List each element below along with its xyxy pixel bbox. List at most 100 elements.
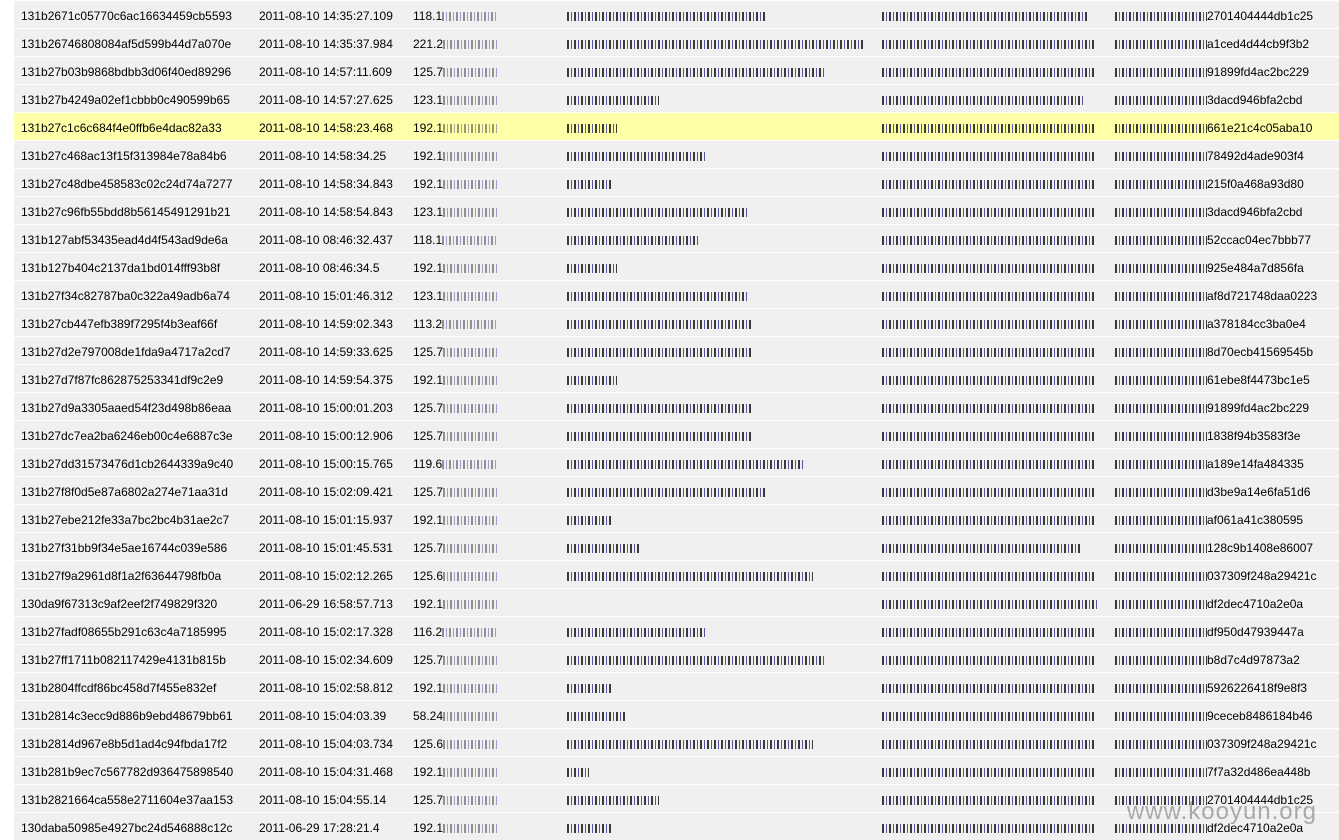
table-row[interactable]: 131b127b404c2137da1bd014fff93b8f2011-08-… (14, 252, 1339, 280)
record-id-cell: 131b2821664ca558e2711604e37aa153 (21, 785, 253, 812)
ip-visible-prefix: 125.7 (413, 541, 443, 555)
timestamp-cell: 2011-08-10 15:04:03.734 (259, 729, 409, 756)
ip-address-cell: 118.1 (413, 225, 563, 252)
user-agent-redacted-pixels (567, 292, 749, 301)
hash-redacted-pixels (882, 320, 1094, 329)
hash-redacted-pixels (882, 544, 1082, 553)
ip-address-cell: 119.6 (413, 449, 563, 476)
table-row[interactable]: 131b27c468ac13f15f313984e78a84b62011-08-… (14, 140, 1339, 168)
table-row[interactable]: 131b27f9a2961d8f1a2f63644798fb0a2011-08-… (14, 560, 1339, 588)
timestamp-cell: 2011-08-10 15:02:09.421 (259, 477, 409, 504)
user-agent-cell (567, 617, 879, 644)
table-row[interactable]: 131b2814c3ecc9d886b9ebd48679bb612011-08-… (14, 700, 1339, 728)
token-redacted-pixels (1115, 12, 1207, 21)
user-agent-redacted-pixels (567, 796, 659, 805)
token-cell: 52ccac04ec7bbb77 (1115, 225, 1339, 252)
ip-visible-prefix: 125.6 (413, 737, 443, 751)
timestamp-cell: 2011-08-10 15:04:31.468 (259, 757, 409, 784)
ip-redacted-pixels (442, 628, 498, 637)
token-redacted-pixels (1115, 460, 1207, 469)
table-row[interactable]: 131b27cb447efb389f7295f4b3eaf66f2011-08-… (14, 308, 1339, 336)
table-row[interactable]: 131b27d9a3305aaed54f23d498b86eaa2011-08-… (14, 392, 1339, 420)
ip-redacted-pixels (443, 544, 499, 553)
table-row[interactable]: 131b27dd31573476d1cb2644339a9c402011-08-… (14, 448, 1339, 476)
table-row[interactable]: 131b2814d967e8b5d1ad4c94fbda17f22011-08-… (14, 728, 1339, 756)
table-row[interactable]: 130da9f67313c9af2eef2f749829f3202011-06-… (14, 588, 1339, 616)
table-row[interactable]: 131b2804ffcdf86bc458d7f455e832ef2011-08-… (14, 672, 1339, 700)
ip-visible-prefix: 125.7 (413, 485, 443, 499)
timestamp-cell: 2011-08-10 14:35:37.984 (259, 29, 409, 56)
table-row[interactable]: 131b27f31bb9f34e5ae16744c039e5862011-08-… (14, 532, 1339, 560)
hash-cell (882, 197, 1112, 224)
token-visible-suffix: 78492d4ade903f4 (1207, 149, 1304, 163)
table-row[interactable]: 131b281b9ec7c567782d9364758985402011-08-… (14, 756, 1339, 784)
ip-address-cell: 192.1 (413, 169, 563, 196)
token-visible-suffix: 1838f94b3583f3e (1207, 429, 1300, 443)
ip-address-cell: 192.1 (413, 113, 563, 140)
token-cell: 925e484a7d856fa (1115, 253, 1339, 280)
table-row[interactable]: 131b27c1c6c684f4e0ffb6e4dac82a332011-08-… (14, 112, 1339, 140)
table-row[interactable]: 131b27f8f0d5e87a6802a274e71aa31d2011-08-… (14, 476, 1339, 504)
table-row[interactable]: 131b27c96fb55bdd8b56145491291b212011-08-… (14, 196, 1339, 224)
ip-visible-prefix: 192.1 (413, 373, 443, 387)
user-agent-cell (567, 701, 879, 728)
user-agent-redacted-pixels (567, 96, 659, 105)
table-row[interactable]: 131b2671c05770c6ac16634459cb55932011-08-… (14, 0, 1339, 28)
token-visible-suffix: b8d7c4d97873a2 (1207, 653, 1300, 667)
table-row[interactable]: 131b27ebe212fe33a7bc2bc4b31ae2c72011-08-… (14, 504, 1339, 532)
table-row[interactable]: 131b27fadf08655b291c63c4a71859952011-08-… (14, 616, 1339, 644)
ip-redacted-pixels (443, 572, 499, 581)
token-redacted-pixels (1115, 264, 1207, 273)
hash-cell (882, 225, 1112, 252)
token-cell: af8d721748daa0223 (1115, 281, 1339, 308)
table-row[interactable]: 131b27b4249a02ef1cbbb0c490599b652011-08-… (14, 84, 1339, 112)
token-redacted-pixels (1115, 404, 1207, 413)
hash-cell (882, 57, 1112, 84)
table-row[interactable]: 131b27ff1711b082117429e4131b815b2011-08-… (14, 644, 1339, 672)
timestamp-cell: 2011-08-10 15:02:17.328 (259, 617, 409, 644)
table-row[interactable]: 131b26746808084af5d599b44d7a070e2011-08-… (14, 28, 1339, 56)
token-cell: 7f7a32d486ea448b (1115, 757, 1339, 784)
ip-redacted-pixels (442, 12, 498, 21)
hash-redacted-pixels (882, 796, 1094, 805)
token-redacted-pixels (1115, 320, 1207, 329)
timestamp-cell: 2011-06-29 17:28:21.4 (259, 813, 409, 840)
record-id-cell: 131b27d2e797008de1fda9a4717a2cd7 (21, 337, 253, 364)
table-row[interactable]: 131b27c48dbe458583c02c24d74a72772011-08-… (14, 168, 1339, 196)
hash-redacted-pixels (882, 516, 1094, 525)
user-agent-cell (567, 113, 879, 140)
token-redacted-pixels (1115, 376, 1207, 385)
table-row[interactable]: 131b127abf53435ead4d4f543ad9de6a2011-08-… (14, 224, 1339, 252)
ip-address-cell: 125.7 (413, 477, 563, 504)
token-redacted-pixels (1115, 432, 1207, 441)
token-visible-suffix: 037309f248a29421c (1207, 737, 1316, 751)
table-row[interactable]: 131b27d7f87fc862875253341df9c2e92011-08-… (14, 364, 1339, 392)
token-visible-suffix: a1ced4d44cb9f3b2 (1207, 37, 1309, 51)
token-cell: 3dacd946bfa2cbd (1115, 197, 1339, 224)
user-agent-cell (567, 29, 879, 56)
user-agent-redacted-pixels (567, 124, 617, 133)
user-agent-cell (567, 645, 879, 672)
ip-address-cell: 123.1 (413, 85, 563, 112)
hash-cell (882, 757, 1112, 784)
table-row[interactable]: 131b27f34c82787ba0c322a49adb6a742011-08-… (14, 280, 1339, 308)
ip-address-cell: 192.1 (413, 141, 563, 168)
table-row[interactable]: 131b27d2e797008de1fda9a4717a2cd72011-08-… (14, 336, 1339, 364)
token-visible-suffix: 5926226418f9e8f3 (1207, 681, 1307, 695)
user-agent-redacted-pixels (567, 460, 803, 469)
ip-visible-prefix: 123.1 (413, 289, 443, 303)
watermark-text: www.kooyun.org (1127, 798, 1317, 826)
hash-cell (882, 617, 1112, 644)
user-agent-redacted-pixels (567, 656, 825, 665)
ip-address-cell: 116.2 (413, 617, 563, 644)
table-row[interactable]: 131b27b03b9868bdbb3d06f40ed892962011-08-… (14, 56, 1339, 84)
table-row[interactable]: 131b27dc7ea2ba6246eb00c4e6887c3e2011-08-… (14, 420, 1339, 448)
token-visible-suffix: a189e14fa484335 (1207, 457, 1304, 471)
record-id-cell: 131b27ff1711b082117429e4131b815b (21, 645, 253, 672)
record-id-cell: 131b27f34c82787ba0c322a49adb6a74 (21, 281, 253, 308)
record-id-cell: 131b27dc7ea2ba6246eb00c4e6887c3e (21, 421, 253, 448)
ip-redacted-pixels (443, 348, 499, 357)
token-visible-suffix: 661e21c4c05aba10 (1207, 121, 1312, 135)
user-agent-cell (567, 169, 879, 196)
hash-cell (882, 729, 1112, 756)
